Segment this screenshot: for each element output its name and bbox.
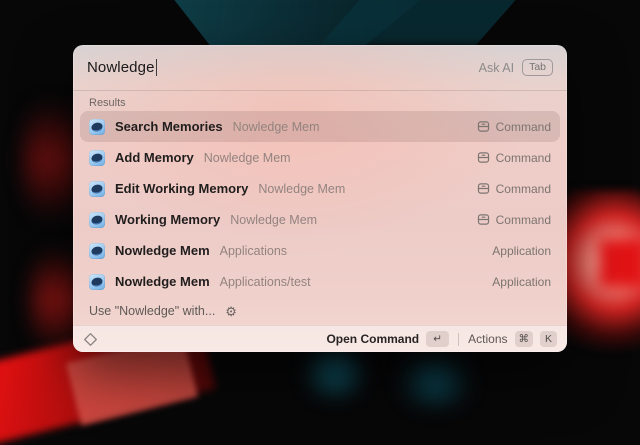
list-item-nowledge-mem-app[interactable]: Nowledge Mem Applications Application bbox=[80, 235, 560, 266]
nowledge-mem-app-icon bbox=[89, 119, 105, 135]
search-bar[interactable]: Nowledge Ask AI Tab bbox=[73, 45, 567, 90]
footer-divider bbox=[458, 333, 459, 346]
item-title: Edit Working Memory bbox=[115, 181, 248, 196]
item-accessory: Command bbox=[477, 151, 551, 165]
list-item-search-memories[interactable]: Search Memories Nowledge Mem Command bbox=[80, 111, 560, 142]
command-icon bbox=[477, 182, 490, 195]
accessory-label: Command bbox=[496, 151, 551, 165]
results-section-header: Results bbox=[73, 91, 567, 111]
text-caret bbox=[156, 59, 158, 76]
item-subtitle: Nowledge Mem bbox=[204, 151, 291, 165]
item-accessory: Command bbox=[477, 213, 551, 227]
search-input[interactable]: Nowledge bbox=[87, 59, 155, 76]
return-key-icon: ↵ bbox=[426, 331, 449, 347]
nowledge-mem-app-icon bbox=[89, 243, 105, 259]
item-accessory: Command bbox=[477, 120, 551, 134]
accessory-label: Command bbox=[496, 213, 551, 227]
accessory-label: Application bbox=[492, 275, 551, 289]
wallpaper-teal-glow bbox=[300, 348, 370, 398]
item-title: Nowledge Mem bbox=[115, 243, 210, 258]
item-subtitle: Nowledge Mem bbox=[230, 213, 317, 227]
wallpaper-red-shape bbox=[598, 238, 640, 288]
accessory-label: Command bbox=[496, 120, 551, 134]
item-subtitle: Nowledge Mem bbox=[233, 120, 320, 134]
nowledge-mem-app-icon bbox=[89, 181, 105, 197]
item-title: Working Memory bbox=[115, 212, 220, 227]
command-icon bbox=[477, 151, 490, 164]
item-accessory: Command bbox=[477, 182, 551, 196]
nowledge-mem-app-icon bbox=[89, 274, 105, 290]
list-item-working-memory[interactable]: Working Memory Nowledge Mem Command bbox=[80, 204, 560, 235]
gear-icon: ⚙ bbox=[225, 305, 237, 318]
footer-actions-group: Open Command ↵ Actions ⌘ K bbox=[326, 331, 557, 347]
footer-bar: Open Command ↵ Actions ⌘ K bbox=[73, 325, 567, 352]
item-accessory: Application bbox=[492, 244, 551, 258]
accessory-label: Command bbox=[496, 182, 551, 196]
results-list: Search Memories Nowledge Mem Command Add… bbox=[73, 111, 567, 297]
item-subtitle: Nowledge Mem bbox=[258, 182, 345, 196]
nowledge-mem-app-icon bbox=[89, 150, 105, 166]
list-item-add-memory[interactable]: Add Memory Nowledge Mem Command bbox=[80, 142, 560, 173]
item-title: Nowledge Mem bbox=[115, 274, 210, 289]
actions-button[interactable]: Actions bbox=[468, 332, 507, 346]
tab-keycap: Tab bbox=[522, 59, 553, 77]
cmd-keycap: ⌘ bbox=[515, 331, 534, 347]
item-subtitle: Applications/test bbox=[220, 275, 311, 289]
accessory-label: Application bbox=[492, 244, 551, 258]
wallpaper-teal-glow bbox=[395, 358, 475, 406]
open-command-button[interactable]: Open Command bbox=[326, 332, 419, 346]
item-title: Add Memory bbox=[115, 150, 194, 165]
wallpaper-red-glow bbox=[558, 190, 640, 350]
ask-ai-button[interactable]: Ask AI Tab bbox=[479, 59, 553, 77]
raycast-logo-icon bbox=[83, 332, 98, 347]
command-icon bbox=[477, 213, 490, 226]
launcher-window: Nowledge Ask AI Tab Results Search Memor… bbox=[73, 45, 567, 352]
k-keycap: K bbox=[540, 331, 557, 347]
use-with-row[interactable]: Use "Nowledge" with... ⚙ bbox=[73, 297, 567, 325]
ask-ai-label: Ask AI bbox=[479, 61, 514, 75]
list-item-nowledge-mem-app-test[interactable]: Nowledge Mem Applications/test Applicati… bbox=[80, 266, 560, 297]
command-icon bbox=[477, 120, 490, 133]
nowledge-mem-app-icon bbox=[89, 212, 105, 228]
item-title: Search Memories bbox=[115, 119, 223, 134]
wallpaper-teal-shape bbox=[165, 0, 435, 50]
use-with-label: Use "Nowledge" with... bbox=[89, 304, 215, 318]
item-subtitle: Applications bbox=[220, 244, 287, 258]
item-accessory: Application bbox=[492, 275, 551, 289]
list-item-edit-working-memory[interactable]: Edit Working Memory Nowledge Mem Command bbox=[80, 173, 560, 204]
wallpaper-teal-shape bbox=[320, 0, 520, 45]
